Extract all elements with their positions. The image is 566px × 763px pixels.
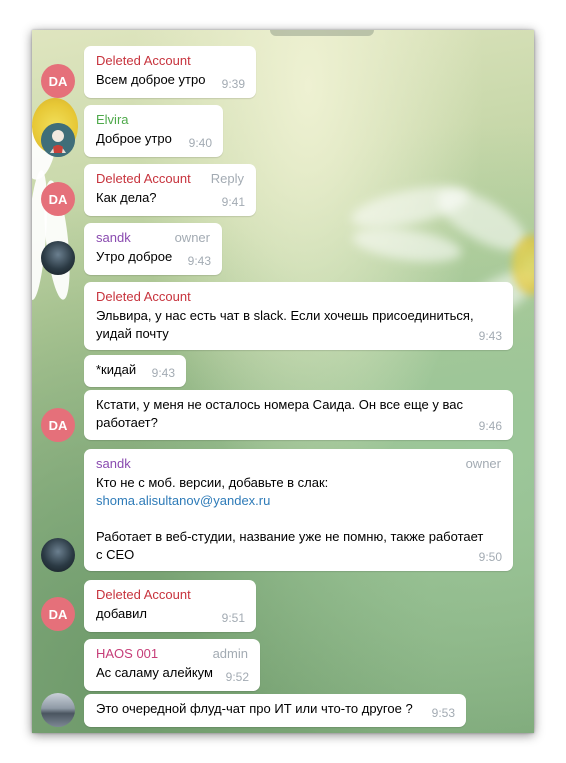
message-bubble[interactable]: sandk owner Кто не с моб. версии, добавь… [84,449,513,571]
message-time: 9:43 [187,254,211,268]
message-bubble[interactable]: Deleted Account Reply Как дела? 9:41 [84,164,256,216]
message-text-line: Кстати, у меня не осталось номера Саида.… [96,397,463,412]
message-bubble[interactable]: *кидай 9:43 [84,355,186,387]
message-text-line: Работает в веб-студии, название уже не п… [96,529,484,544]
message-text: Это очередной флуд-чат про ИТ или что-то… [96,701,413,716]
scroll-handle[interactable] [270,30,374,36]
message-time: 9:52 [225,670,249,684]
message-time: 9:43 [151,366,175,380]
avatar-haos[interactable] [41,693,75,727]
message-text-line: работает? [96,415,158,430]
message-text-line: с CEO [96,547,135,562]
message-text-line: уидай почту [96,326,169,341]
message-time: 9:39 [221,77,245,91]
message-time: 9:53 [431,706,455,720]
message-bubble[interactable]: Кстати, у меня не осталось номера Саида.… [84,390,513,440]
message-bubble[interactable]: Deleted Account Эльвира, у нас есть чат … [84,282,513,350]
admin-badge: admin [212,646,248,661]
elvira-avatar-icon [41,123,75,157]
sender-name[interactable]: Deleted Account [96,52,244,70]
message-bubble[interactable]: Deleted Account добавил 9:51 [84,580,256,632]
message-bubble[interactable]: sandk owner Утро доброе 9:43 [84,223,222,275]
reply-button[interactable]: Reply [211,170,244,188]
avatar-elvira[interactable] [41,123,75,157]
message-time: 9:50 [478,550,502,564]
message-time: 9:46 [478,419,502,433]
avatar-sandk[interactable] [41,538,75,572]
owner-badge: owner [465,456,501,471]
avatar-sandk[interactable] [41,241,75,275]
message-text-line: Кто не с моб. версии, добавьте в слак: [96,475,329,490]
owner-badge: owner [174,230,210,245]
avatar-deleted-account[interactable]: DA [41,182,75,216]
sender-name[interactable]: sandk [96,455,501,473]
message-bubble[interactable]: Это очередной флуд-чат про ИТ или что-то… [84,694,466,727]
message-text: *кидай [96,362,137,377]
chat-window: DA Deleted Account Всем доброе утро 9:39… [32,30,534,733]
avatar-deleted-account[interactable]: DA [41,597,75,631]
avatar-deleted-account[interactable]: DA [41,408,75,442]
sender-name[interactable]: Deleted Account [96,288,501,306]
message-time: 9:40 [188,136,212,150]
message-bubble[interactable]: HAOS 001 admin Ас саламу алейкум 9:52 [84,639,260,691]
message-bubble[interactable]: Deleted Account Всем доброе утро 9:39 [84,46,256,98]
sender-name[interactable]: Deleted Account [96,586,244,604]
avatar-deleted-account[interactable]: DA [41,64,75,98]
message-bubble[interactable]: Elvira Доброе утро 9:40 [84,105,223,157]
message-time: 9:41 [221,195,245,209]
message-time: 9:43 [478,329,502,343]
message-time: 9:51 [221,611,245,625]
email-link[interactable]: shoma.alisultanov@yandex.ru [96,492,501,510]
message-text-line: Эльвира, у нас есть чат в slack. Если хо… [96,308,474,323]
sender-name[interactable]: Elvira [96,111,211,129]
